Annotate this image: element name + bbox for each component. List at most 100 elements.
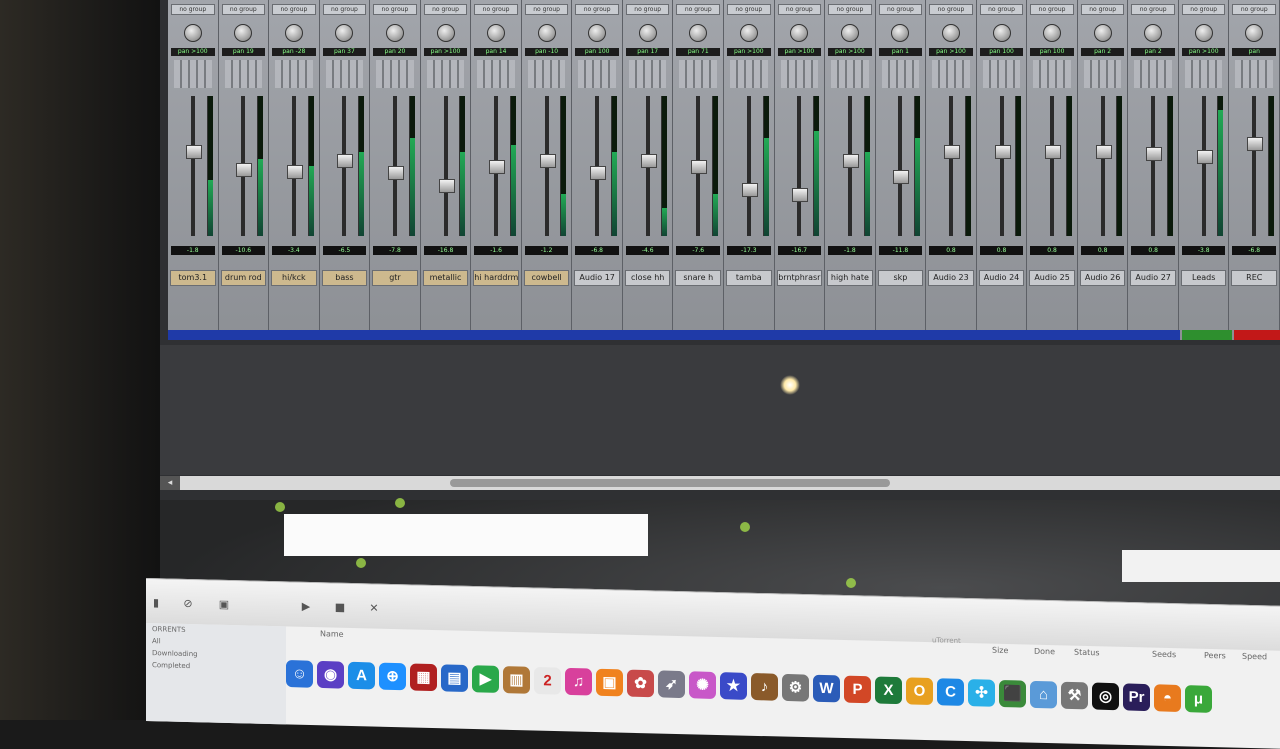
create-torrent-icon[interactable]: ▣ bbox=[218, 598, 230, 611]
pan-knob-icon[interactable] bbox=[537, 24, 556, 42]
group-selector[interactable]: no group bbox=[221, 4, 266, 15]
insert-send-buttons[interactable] bbox=[1083, 60, 1122, 88]
pan-knob-icon[interactable] bbox=[1043, 24, 1062, 42]
track-name-label[interactable]: Audio 27 bbox=[1130, 270, 1176, 286]
insert-send-buttons[interactable] bbox=[831, 60, 869, 88]
insert-send-buttons[interactable] bbox=[881, 60, 920, 88]
track-name-label[interactable]: Audio 26 bbox=[1079, 270, 1126, 286]
rocket-icon[interactable]: ➶ bbox=[658, 669, 685, 698]
group-selector[interactable]: no group bbox=[727, 4, 771, 15]
insert-send-buttons[interactable] bbox=[477, 60, 515, 88]
group-selector[interactable]: no group bbox=[474, 4, 518, 15]
fader-track[interactable] bbox=[1151, 96, 1156, 236]
pan-knob-icon[interactable] bbox=[1194, 24, 1213, 42]
photos-icon[interactable]: ✿ bbox=[627, 669, 654, 697]
track-name-label[interactable]: cowbell bbox=[523, 270, 570, 286]
utorrent-icon[interactable]: μ bbox=[1185, 684, 1212, 713]
word-icon[interactable]: W bbox=[813, 674, 840, 702]
firefox-icon[interactable]: ◓ bbox=[1154, 683, 1181, 712]
fader-track[interactable] bbox=[797, 96, 802, 236]
group-selector[interactable]: no group bbox=[979, 4, 1024, 15]
fader-track[interactable] bbox=[999, 96, 1004, 236]
volume-fader[interactable] bbox=[943, 144, 960, 159]
track-name-label[interactable]: skp bbox=[877, 270, 924, 286]
pan-knob-icon[interactable] bbox=[992, 24, 1011, 42]
track-name-label[interactable]: Audio 24 bbox=[978, 270, 1025, 286]
tools-icon[interactable]: ⚒ bbox=[1061, 681, 1088, 709]
volume-fader[interactable] bbox=[691, 160, 708, 174]
volume-fader[interactable] bbox=[994, 144, 1011, 159]
volume-fader[interactable] bbox=[842, 153, 859, 168]
track-name-label[interactable]: Audio 23 bbox=[928, 270, 974, 286]
imovie-icon[interactable]: ★ bbox=[720, 671, 747, 700]
group-selector[interactable]: no group bbox=[322, 4, 367, 15]
insert-send-buttons[interactable] bbox=[628, 60, 667, 88]
volume-fader[interactable] bbox=[1146, 147, 1163, 162]
premiere-icon[interactable]: Pr bbox=[1123, 682, 1150, 711]
group-selector[interactable]: no group bbox=[575, 4, 619, 15]
group-selector[interactable]: no group bbox=[524, 4, 569, 15]
group-selector[interactable]: no group bbox=[1131, 4, 1175, 15]
volume-fader[interactable] bbox=[539, 153, 556, 168]
track-name-label[interactable]: snare h bbox=[675, 270, 722, 286]
track-name-label[interactable]: REC bbox=[1231, 270, 1278, 286]
group-selector[interactable]: no group bbox=[777, 4, 822, 15]
volume-fader[interactable] bbox=[741, 183, 758, 198]
group-selector[interactable]: no group bbox=[1030, 4, 1074, 15]
stop-icon[interactable]: ■ bbox=[334, 601, 346, 614]
sidebar-item[interactable]: Completed bbox=[146, 659, 286, 674]
powerpoint-icon[interactable]: P bbox=[844, 675, 871, 703]
volume-fader[interactable] bbox=[1045, 144, 1062, 159]
insert-send-buttons[interactable] bbox=[780, 60, 819, 88]
notes-icon[interactable]: ▥ bbox=[503, 665, 530, 694]
insert-send-buttons[interactable] bbox=[578, 60, 616, 88]
group-selector[interactable]: no group bbox=[878, 4, 923, 15]
pan-knob-icon[interactable] bbox=[588, 24, 607, 42]
volume-fader[interactable] bbox=[792, 188, 809, 203]
group-selector[interactable]: no group bbox=[373, 4, 417, 15]
column-speed[interactable]: Speed bbox=[1242, 652, 1267, 662]
scroll-thumb[interactable] bbox=[450, 479, 890, 487]
track-name-label[interactable]: Audio 17 bbox=[574, 270, 620, 286]
track-name-label[interactable]: tamba bbox=[726, 270, 772, 286]
pan-knob-icon[interactable] bbox=[689, 24, 708, 42]
pan-knob-icon[interactable] bbox=[385, 24, 404, 42]
pan-knob-icon[interactable] bbox=[1245, 24, 1264, 42]
group-selector[interactable]: no group bbox=[828, 4, 872, 15]
fader-track[interactable] bbox=[746, 96, 751, 236]
insert-send-buttons[interactable] bbox=[275, 60, 313, 88]
insert-send-buttons[interactable] bbox=[932, 60, 970, 88]
finder-icon[interactable]: ☺ bbox=[286, 659, 313, 688]
app-store-icon[interactable]: A bbox=[348, 661, 375, 689]
insert-send-buttons[interactable] bbox=[325, 60, 364, 88]
column-status[interactable]: Status bbox=[1074, 648, 1100, 658]
edit-area[interactable] bbox=[160, 345, 1280, 475]
volume-fader[interactable] bbox=[590, 166, 607, 181]
insert-send-buttons[interactable] bbox=[1033, 60, 1071, 88]
box-icon[interactable]: ⬛ bbox=[999, 679, 1026, 708]
pan-knob-icon[interactable] bbox=[487, 24, 506, 42]
volume-fader[interactable] bbox=[337, 153, 354, 168]
pan-knob-icon[interactable] bbox=[234, 24, 253, 42]
guitar-icon[interactable]: ♪ bbox=[751, 672, 778, 701]
insert-send-buttons[interactable] bbox=[376, 60, 414, 88]
group-selector[interactable]: no group bbox=[272, 4, 316, 15]
volume-fader[interactable] bbox=[286, 165, 303, 180]
pan-knob-icon[interactable] bbox=[941, 24, 960, 42]
pan-knob-icon[interactable] bbox=[183, 24, 202, 42]
track-name-label[interactable]: bass bbox=[321, 270, 368, 286]
start-icon[interactable]: ▶ bbox=[300, 600, 312, 613]
insert-send-buttons[interactable] bbox=[426, 60, 465, 88]
remove-icon[interactable]: ✕ bbox=[368, 601, 380, 614]
excel-icon[interactable]: X bbox=[875, 675, 902, 704]
column-name[interactable]: Name bbox=[320, 629, 344, 639]
insert-send-buttons[interactable] bbox=[1134, 60, 1172, 88]
group-selector[interactable]: no group bbox=[1232, 4, 1277, 15]
scroll-left-icon[interactable]: ◂ bbox=[160, 476, 180, 490]
volume-fader[interactable] bbox=[640, 153, 657, 168]
volume-fader[interactable] bbox=[236, 162, 253, 177]
track-name-label[interactable]: drum rod bbox=[220, 270, 267, 286]
track-name-label[interactable]: Leads bbox=[1180, 270, 1227, 286]
group-selector[interactable]: no group bbox=[1080, 4, 1125, 15]
track-name-label[interactable]: Audio 25 bbox=[1029, 270, 1075, 286]
